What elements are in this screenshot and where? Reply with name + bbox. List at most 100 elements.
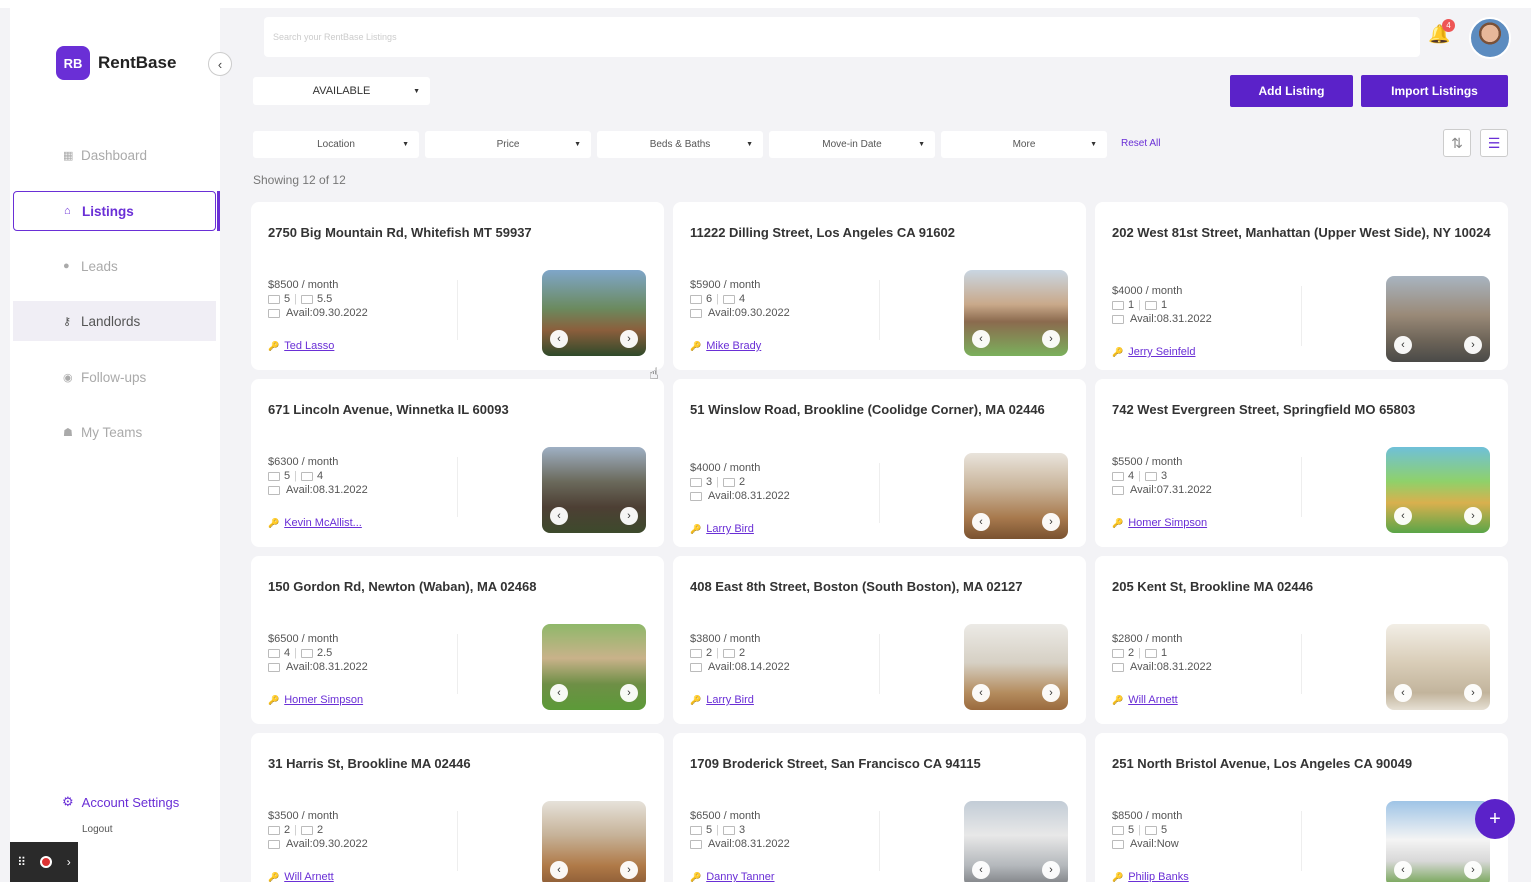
- listing-address[interactable]: 251 North Bristol Avenue, Los Angeles CA…: [1112, 753, 1492, 774]
- landlord-name[interactable]: Kevin McAllist...: [284, 517, 362, 529]
- landlord-name[interactable]: Danny Tanner: [706, 871, 774, 882]
- chevron-right-icon[interactable]: ›: [620, 330, 638, 348]
- sidebar-item-dashboard[interactable]: ▦ Dashboard: [13, 135, 216, 175]
- add-listing-button[interactable]: Add Listing: [1230, 75, 1353, 107]
- landlord-name[interactable]: Philip Banks: [1128, 871, 1189, 882]
- landlord-name[interactable]: Will Arnett: [1128, 694, 1178, 706]
- landlord-link[interactable]: 🔑 Mike Brady: [690, 340, 761, 352]
- landlord-name[interactable]: Larry Bird: [706, 694, 754, 706]
- reset-all-link[interactable]: Reset All: [1121, 138, 1160, 149]
- listing-address[interactable]: 202 West 81st Street, Manhattan (Upper W…: [1112, 222, 1492, 243]
- recording-controls[interactable]: ⠿ ›: [10, 842, 78, 882]
- chevron-right-icon[interactable]: ›: [620, 684, 638, 702]
- chevron-right-icon[interactable]: ›: [1042, 684, 1060, 702]
- chevron-left-icon[interactable]: ‹: [550, 507, 568, 525]
- sidebar-item-my-teams[interactable]: ☗ My Teams: [13, 412, 216, 452]
- listing-address[interactable]: 205 Kent St, Brookline MA 02446: [1112, 576, 1492, 597]
- chevron-left-icon[interactable]: ‹: [550, 861, 568, 879]
- listing-address[interactable]: 31 Harris St, Brookline MA 02446: [268, 753, 648, 774]
- chevron-left-icon[interactable]: ‹: [972, 861, 990, 879]
- listing-address[interactable]: 11222 Dilling Street, Los Angeles CA 916…: [690, 222, 1070, 243]
- collapse-sidebar-button[interactable]: ‹: [208, 52, 232, 76]
- listing-address[interactable]: 742 West Evergreen Street, Springfield M…: [1112, 399, 1492, 420]
- logout-link[interactable]: Logout: [82, 824, 113, 835]
- listing-card[interactable]: 51 Winslow Road, Brookline (Coolidge Cor…: [673, 379, 1086, 547]
- landlord-name[interactable]: Homer Simpson: [284, 694, 363, 706]
- chevron-left-icon[interactable]: ‹: [972, 684, 990, 702]
- avatar[interactable]: [1469, 17, 1511, 59]
- import-listings-button[interactable]: Import Listings: [1361, 75, 1508, 107]
- search-input[interactable]: [264, 17, 1420, 57]
- listing-card[interactable]: 251 North Bristol Avenue, Los Angeles CA…: [1095, 733, 1508, 882]
- listing-card[interactable]: 671 Lincoln Avenue, Winnetka IL 60093 $63…: [251, 379, 664, 547]
- listing-card[interactable]: 31 Harris St, Brookline MA 02446 $3500 / …: [251, 733, 664, 882]
- listing-address[interactable]: 150 Gordon Rd, Newton (Waban), MA 02468: [268, 576, 648, 597]
- landlord-link[interactable]: 🔑 Will Arnett: [1112, 694, 1178, 706]
- landlord-link[interactable]: 🔑 Kevin McAllist...: [268, 517, 362, 529]
- landlord-link[interactable]: 🔑 Philip Banks: [1112, 871, 1189, 882]
- landlord-name[interactable]: Larry Bird: [706, 523, 754, 535]
- listing-card[interactable]: 11222 Dilling Street, Los Angeles CA 916…: [673, 202, 1086, 370]
- chevron-right-icon[interactable]: ›: [1464, 336, 1482, 354]
- listing-photo[interactable]: ‹ ›: [964, 270, 1068, 356]
- listing-photo[interactable]: ‹ ›: [1386, 801, 1490, 882]
- landlord-link[interactable]: 🔑 Larry Bird: [690, 694, 754, 706]
- sort-icon[interactable]: ⇅: [1443, 129, 1471, 157]
- listing-card[interactable]: 2750 Big Mountain Rd, Whitefish MT 59937…: [251, 202, 664, 370]
- listing-photo[interactable]: ‹ ›: [964, 624, 1068, 710]
- listing-photo[interactable]: ‹ ›: [1386, 276, 1490, 362]
- sidebar-item-landlords[interactable]: ⚷ Landlords: [13, 301, 216, 341]
- landlord-link[interactable]: 🔑 Jerry Seinfeld: [1112, 346, 1195, 358]
- listing-card[interactable]: 150 Gordon Rd, Newton (Waban), MA 02468 $…: [251, 556, 664, 724]
- chevron-right-icon[interactable]: ›: [1464, 507, 1482, 525]
- listing-photo[interactable]: ‹ ›: [542, 270, 646, 356]
- listing-address[interactable]: 1709 Broderick Street, San Francisco CA …: [690, 753, 1070, 774]
- listing-photo[interactable]: ‹ ›: [542, 801, 646, 882]
- chevron-right-icon[interactable]: ›: [1042, 861, 1060, 879]
- chevron-right-icon[interactable]: ›: [1042, 330, 1060, 348]
- listing-photo[interactable]: ‹ ›: [542, 447, 646, 533]
- chevron-right-icon[interactable]: ›: [1464, 684, 1482, 702]
- listing-photo[interactable]: ‹ ›: [1386, 624, 1490, 710]
- landlord-link[interactable]: 🔑 Will Arnett: [268, 871, 334, 882]
- landlord-name[interactable]: Homer Simpson: [1128, 517, 1207, 529]
- landlord-name[interactable]: Will Arnett: [284, 871, 334, 882]
- sidebar-item-leads[interactable]: ● Leads: [13, 246, 216, 286]
- listing-photo[interactable]: ‹ ›: [964, 801, 1068, 882]
- chevron-left-icon[interactable]: ‹: [1394, 861, 1412, 879]
- landlord-name[interactable]: Jerry Seinfeld: [1128, 346, 1195, 358]
- listing-card[interactable]: 742 West Evergreen Street, Springfield M…: [1095, 379, 1508, 547]
- listing-photo[interactable]: ‹ ›: [964, 453, 1068, 539]
- filter-beds-baths[interactable]: Beds & Baths ▼: [597, 131, 763, 158]
- search-bar[interactable]: [264, 17, 1420, 57]
- landlord-link[interactable]: 🔑 Homer Simpson: [268, 694, 363, 706]
- chevron-right-icon[interactable]: ›: [1464, 861, 1482, 879]
- account-settings-link[interactable]: ⚙ Account Settings: [62, 794, 179, 810]
- chevron-left-icon[interactable]: ‹: [1394, 684, 1412, 702]
- chevron-left-icon[interactable]: ‹: [550, 684, 568, 702]
- chevron-right-icon[interactable]: ›: [620, 507, 638, 525]
- landlord-link[interactable]: 🔑 Danny Tanner: [690, 871, 775, 882]
- chevron-left-icon[interactable]: ‹: [1394, 336, 1412, 354]
- app-logo[interactable]: RB RentBase: [56, 46, 176, 80]
- listing-card[interactable]: 205 Kent St, Brookline MA 02446 $2800 / m…: [1095, 556, 1508, 724]
- landlord-link[interactable]: 🔑 Larry Bird: [690, 523, 754, 535]
- sidebar-item-follow-ups[interactable]: ◉ Follow-ups: [13, 357, 216, 397]
- listing-card[interactable]: 202 West 81st Street, Manhattan (Upper W…: [1095, 202, 1508, 370]
- sidebar-item-listings[interactable]: ⌂ Listings: [13, 191, 220, 231]
- listing-card[interactable]: 1709 Broderick Street, San Francisco CA …: [673, 733, 1086, 882]
- landlord-link[interactable]: 🔑 Homer Simpson: [1112, 517, 1207, 529]
- listing-photo[interactable]: ‹ ›: [1386, 447, 1490, 533]
- chevron-left-icon[interactable]: ‹: [972, 513, 990, 531]
- listing-photo[interactable]: ‹ ›: [542, 624, 646, 710]
- filter-location[interactable]: Location ▼: [253, 131, 419, 158]
- listing-address[interactable]: 408 East 8th Street, Boston (South Bosto…: [690, 576, 1070, 597]
- landlord-name[interactable]: Mike Brady: [706, 340, 761, 352]
- landlord-link[interactable]: 🔑 Ted Lasso: [268, 340, 334, 352]
- drag-handle-icon[interactable]: ⠿: [17, 855, 26, 869]
- filter-move-in-date[interactable]: Move-in Date ▼: [769, 131, 935, 158]
- list-view-icon[interactable]: ☰: [1480, 129, 1508, 157]
- record-icon[interactable]: [40, 856, 53, 868]
- chevron-right-icon[interactable]: ›: [1042, 513, 1060, 531]
- filter-price[interactable]: Price ▼: [425, 131, 591, 158]
